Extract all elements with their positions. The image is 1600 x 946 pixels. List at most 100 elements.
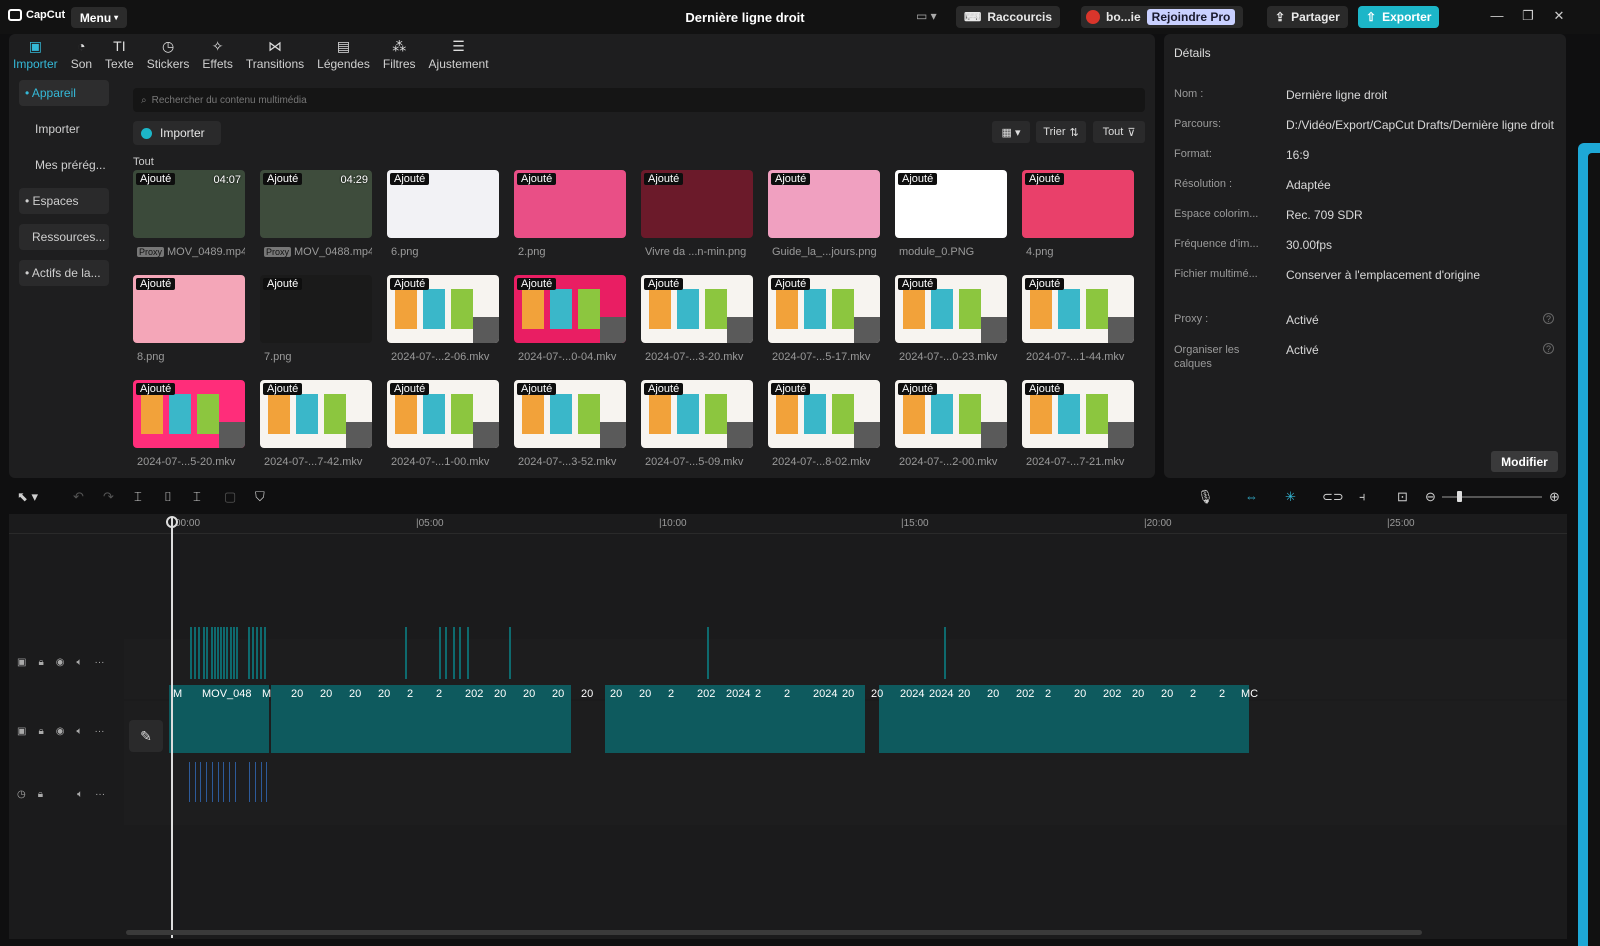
media-thumbnail[interactable]: Ajouté [133,380,245,448]
media-item[interactable]: Ajouté 2024-07-...0-04.mkv [514,275,626,371]
media-item[interactable]: Ajouté 7.png [260,275,372,371]
overlay-clip[interactable] [233,627,235,679]
overlay-clip[interactable] [459,627,461,679]
audio-clip[interactable] [255,762,256,802]
media-item[interactable]: Ajouté 2024-07-...5-09.mkv [641,380,753,476]
media-item[interactable]: Ajouté 2024-07-...0-23.mkv [895,275,1007,371]
overlay-clip[interactable] [405,627,407,679]
preview-axis-icon[interactable]: ⫞ [1359,489,1366,505]
media-thumbnail[interactable]: Ajouté [387,170,499,238]
media-item[interactable]: Ajouté 6.png [387,170,499,266]
zoom-in-icon[interactable]: ⊕ [1549,489,1560,505]
split-right-icon[interactable]: ⌶ [193,489,201,505]
media-thumbnail[interactable]: Ajouté [260,275,372,343]
media-item[interactable]: Ajouté Guide_la_...jours.png [768,170,880,266]
media-item[interactable]: Ajouté 2024-07-...7-21.mkv [1022,380,1134,476]
media-thumbnail[interactable]: Ajouté [768,170,880,238]
media-item[interactable]: Ajouté 8.png [133,275,245,371]
audio-clip[interactable] [229,762,230,802]
help-icon[interactable]: ? [1543,343,1554,354]
undo-icon[interactable]: ↶ [73,489,84,505]
share-button[interactable]: ⇪ Partager [1267,6,1348,28]
media-item[interactable]: Ajouté 2024-07-...5-20.mkv [133,380,245,476]
eye-icon[interactable]: ◉ [56,726,65,737]
overlay-clip[interactable] [214,627,216,679]
speaker-icon[interactable]: 🔈︎ [77,789,83,800]
media-item[interactable]: Ajouté 2024-07-...3-52.mkv [514,380,626,476]
lock-icon[interactable]: 🔒︎ [38,726,43,737]
overlay-clip[interactable] [203,627,205,679]
sidebar-item-device[interactable]: • Appareil [19,80,109,106]
media-item[interactable]: Ajouté 04:07 Proxy MOV_0489.mp4 [133,170,245,266]
tab-import[interactable]: ▣ Importer [9,34,62,74]
media-item[interactable]: Ajouté Vivre da ...n-min.png [641,170,753,266]
tab-captions[interactable]: ▤ Légendes [313,34,374,74]
overlay-clip[interactable] [206,627,208,679]
close-icon[interactable]: ✕ [1549,8,1569,24]
audio-clip[interactable] [235,762,236,802]
media-item[interactable]: Ajouté 2024-07-...1-44.mkv [1022,275,1134,371]
import-button[interactable]: Importer [133,121,221,145]
overlay-clip[interactable] [217,627,219,679]
modify-button[interactable]: Modifier [1491,451,1558,472]
split-icon[interactable]: ⌶ [134,489,142,505]
tab-transitions[interactable]: ⋈ Transitions [242,34,308,74]
overlay-clip[interactable] [198,627,200,679]
sidebar-item-spaces[interactable]: • Espaces [19,188,109,214]
more-icon[interactable]: ··· [95,726,105,737]
media-item[interactable]: Ajouté 2024-07-...3-20.mkv [641,275,753,371]
media-thumbnail[interactable]: Ajouté [641,275,753,343]
split-left-icon[interactable]: ⌷ [164,489,172,505]
media-search-input[interactable]: ⌕ Rechercher du contenu multimédia [133,88,1145,112]
restore-icon[interactable]: ❐ [1518,8,1538,24]
audio-clip[interactable] [261,762,262,802]
audio-track[interactable] [124,775,1567,825]
export-button[interactable]: ⇧ Exporter [1358,6,1440,28]
view-toggle-button[interactable]: ▦ ▾ [992,121,1030,143]
account-button[interactable]: bo...ie Rejoindre Pro [1081,6,1244,28]
speaker-icon[interactable]: 🔈︎ [77,726,83,737]
overlay-clip[interactable] [264,627,266,679]
audio-clip[interactable] [249,762,250,802]
lock-icon[interactable]: 🔒︎ [38,789,43,800]
overlay-clip[interactable] [260,627,262,679]
tab-effects[interactable]: ✧ Effets [198,34,236,74]
media-thumbnail[interactable]: Ajouté [768,275,880,343]
media-thumbnail[interactable]: Ajouté 04:29 [260,170,372,238]
zoom-out-icon[interactable]: ⊖ [1425,489,1436,505]
audio-clip[interactable] [212,762,213,802]
more-icon[interactable]: ··· [95,657,105,668]
media-thumbnail[interactable]: Ajouté [387,275,499,343]
audio-clip[interactable] [200,762,201,802]
media-item[interactable]: Ajouté 4.png [1022,170,1134,266]
overlay-clip[interactable] [230,627,232,679]
media-thumbnail[interactable]: Ajouté [641,380,753,448]
tab-audio[interactable]: ◔ Son [67,34,96,74]
timeline[interactable]: 00:00 |05:00 |10:00 |15:00 |20:00 |25:00… [9,514,1567,939]
playhead[interactable] [171,518,173,938]
media-item[interactable]: Ajouté 2024-07-...5-17.mkv [768,275,880,371]
media-thumbnail[interactable]: Ajouté [1022,380,1134,448]
overlay-clip[interactable] [190,627,192,679]
audio-clip[interactable] [195,762,196,802]
media-item[interactable]: Ajouté 2024-07-...8-02.mkv [768,380,880,476]
overlay-clip[interactable] [211,627,213,679]
overlay-clip[interactable] [256,627,258,679]
overlay-clip[interactable] [467,627,469,679]
media-thumbnail[interactable]: Ajouté [895,380,1007,448]
media-thumbnail[interactable]: Ajouté [514,170,626,238]
overlay-clip[interactable] [509,627,511,679]
audio-clip[interactable] [266,762,267,802]
shield-icon[interactable]: ⛉ [255,489,265,505]
fit-icon[interactable]: ⊡ [1397,489,1408,505]
sidebar-item-resources[interactable]: Ressources... [19,224,109,250]
overlay-clip[interactable] [223,627,225,679]
time-ruler[interactable]: 00:00 |05:00 |10:00 |15:00 |20:00 |25:00 [9,514,1567,534]
shortcuts-button[interactable]: ⌨ Raccourcis [956,6,1061,28]
timeline-scrollbar[interactable] [126,930,1422,935]
audio-clip[interactable] [189,762,190,802]
media-thumbnail[interactable]: Ajouté [641,170,753,238]
lock-icon[interactable]: 🔒︎ [38,657,43,668]
media-item[interactable]: Ajouté 2024-07-...7-42.mkv [260,380,372,476]
media-thumbnail[interactable]: Ajouté [514,380,626,448]
